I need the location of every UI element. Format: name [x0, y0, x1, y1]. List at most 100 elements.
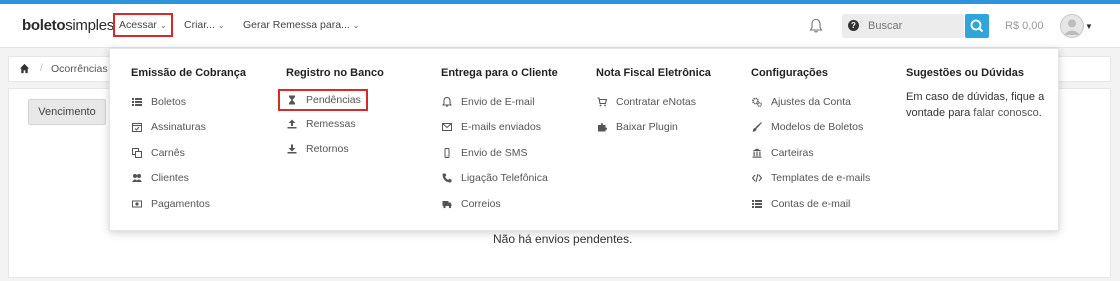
logo-light: simples	[65, 17, 114, 34]
menu-item-remessas[interactable]: Remessas	[286, 111, 436, 137]
menu-item-carteiras[interactable]: Carteiras	[751, 140, 901, 166]
menu-item-ligacao[interactable]: Ligação Telefônica	[441, 166, 591, 192]
menu-item-label: Assinaturas	[151, 121, 206, 134]
menu-column-nota-fiscal: Nota Fiscal Eletrônica Contratar eNotas …	[596, 67, 746, 140]
brand-logo[interactable]: boletosimples	[22, 17, 114, 34]
search-box: ?	[842, 14, 964, 38]
menu-column-sugestoes: Sugestões ou Dúvidas Em caso de dúvidas,…	[906, 67, 1056, 121]
menu-column-configuracoes: Configurações Ajustes da Conta Modelos d…	[751, 67, 901, 217]
nav-acessar-menu[interactable]: Acessar ⌄	[113, 13, 173, 37]
menu-item-label: Envio de E-mail	[461, 95, 535, 108]
bell-icon	[441, 96, 453, 108]
menu-column-entrega: Entrega para o Cliente Envio de E-mail E…	[441, 67, 591, 217]
chevron-down-icon: ⌄	[352, 20, 360, 30]
contact-link[interactable]: falar conosco	[973, 107, 1038, 119]
menu-item-assinaturas[interactable]: Assinaturas	[131, 115, 281, 141]
menu-item-boletos[interactable]: Boletos	[131, 89, 281, 115]
money-icon	[131, 198, 143, 210]
suggestions-suffix: .	[1038, 107, 1042, 119]
menu-item-label: Pendências	[306, 94, 361, 106]
chevron-down-icon: ⌄	[217, 20, 225, 30]
menu-item-correios[interactable]: Correios	[441, 191, 591, 217]
suggestions-text: Em caso de dúvidas, fique a vontade para…	[906, 89, 1051, 121]
upload-icon	[286, 118, 298, 130]
search-input[interactable]	[868, 17, 960, 35]
menu-item-label: Templates de e-mails	[771, 172, 871, 185]
users-icon	[131, 172, 143, 184]
menu-item-retornos[interactable]: Retornos	[286, 137, 436, 163]
menu-item-envio-sms[interactable]: Envio de SMS	[441, 140, 591, 166]
menu-column-title: Configurações	[751, 67, 829, 79]
logo-bold: boleto	[22, 17, 66, 34]
menu-item-label: Clientes	[151, 172, 189, 185]
calendar-check-icon	[131, 121, 143, 133]
list-icon	[751, 198, 763, 210]
list-icon	[131, 96, 143, 108]
menu-column-title: Registro no Banco	[286, 67, 384, 79]
menu-item-contas-email[interactable]: Contas de e-mail	[751, 191, 901, 217]
phone-icon	[441, 172, 453, 184]
home-icon[interactable]	[19, 63, 30, 74]
menu-item-pendencias[interactable]: Pendências	[278, 89, 368, 111]
nav-criar-label: Criar...	[184, 19, 215, 31]
menu-item-carnes[interactable]: Carnês	[131, 140, 281, 166]
vencimento-filter-button[interactable]: Vencimento	[28, 99, 106, 125]
breadcrumb-separator: /	[40, 63, 43, 74]
user-icon	[1060, 14, 1084, 38]
bell-icon[interactable]	[809, 18, 823, 34]
menu-item-modelos-boletos[interactable]: Modelos de Boletos	[751, 115, 901, 141]
menu-item-label: E-mails enviados	[461, 121, 541, 134]
nav-criar-menu[interactable]: Criar... ⌄	[184, 13, 225, 37]
nav-remessa-menu[interactable]: Gerar Remessa para... ⌄	[243, 13, 360, 37]
download-icon	[286, 143, 298, 155]
menu-item-label: Pagamentos	[151, 197, 210, 210]
menu-item-label: Retornos	[306, 143, 349, 156]
menu-item-label: Baixar Plugin	[616, 121, 678, 134]
nav-acessar-label: Acessar	[119, 19, 157, 31]
envelope-icon	[441, 121, 453, 133]
menu-item-templates-emails[interactable]: Templates de e-mails	[751, 166, 901, 192]
menu-item-label: Envio de SMS	[461, 146, 528, 159]
menu-column-title: Emissão de Cobrança	[131, 67, 246, 79]
menu-column-emissao: Emissão de Cobrança Boletos Assinaturas …	[131, 67, 281, 217]
menu-item-baixar-plugin[interactable]: Baixar Plugin	[596, 115, 746, 141]
menu-column-title: Nota Fiscal Eletrônica	[596, 67, 711, 79]
truck-icon	[441, 198, 453, 210]
menu-item-ajustes-conta[interactable]: Ajustes da Conta	[751, 89, 901, 115]
menu-item-label: Contas de e-mail	[771, 197, 851, 210]
code-icon	[751, 172, 763, 184]
top-navbar: boletosimples Acessar ⌄ Criar... ⌄ Gerar R…	[0, 4, 1120, 48]
account-balance: R$ 0,00	[1005, 20, 1044, 32]
menu-item-label: Remessas	[306, 117, 356, 130]
search-button[interactable]	[965, 14, 989, 38]
acessar-dropdown-menu: Emissão de Cobrança Boletos Assinaturas …	[109, 48, 1059, 231]
puzzle-icon	[596, 121, 608, 133]
menu-item-label: Ligação Telefônica	[461, 172, 548, 185]
menu-column-title: Entrega para o Cliente	[441, 67, 558, 79]
brush-icon	[751, 121, 763, 133]
caret-down-icon[interactable]: ▼	[1085, 22, 1093, 31]
menu-item-label: Carnês	[151, 146, 185, 159]
chevron-down-icon: ⌄	[159, 20, 167, 30]
menu-item-pagamentos[interactable]: Pagamentos	[131, 191, 281, 217]
mobile-icon	[441, 147, 453, 159]
menu-column-title: Sugestões ou Dúvidas	[906, 67, 1024, 79]
copy-icon	[131, 147, 143, 159]
menu-item-label: Carteiras	[771, 146, 814, 159]
hourglass-icon	[286, 94, 298, 106]
avatar[interactable]	[1060, 14, 1084, 38]
menu-item-emails-enviados[interactable]: E-mails enviados	[441, 115, 591, 141]
menu-item-envio-email[interactable]: Envio de E-mail	[441, 89, 591, 115]
menu-item-label: Modelos de Boletos	[771, 121, 864, 134]
help-icon[interactable]: ?	[848, 20, 859, 31]
search-icon	[970, 19, 984, 33]
menu-item-label: Correios	[461, 197, 501, 210]
menu-column-registro: Registro no Banco Pendências Remessas Re…	[278, 67, 436, 163]
empty-state-message: Não há envios pendentes.	[493, 232, 633, 246]
cart-icon	[596, 96, 608, 108]
menu-item-clientes[interactable]: Clientes	[131, 166, 281, 192]
cogs-icon	[751, 96, 763, 108]
menu-item-contratar-enotas[interactable]: Contratar eNotas	[596, 89, 746, 115]
nav-remessa-label: Gerar Remessa para...	[243, 19, 350, 31]
menu-item-label: Boletos	[151, 95, 187, 108]
